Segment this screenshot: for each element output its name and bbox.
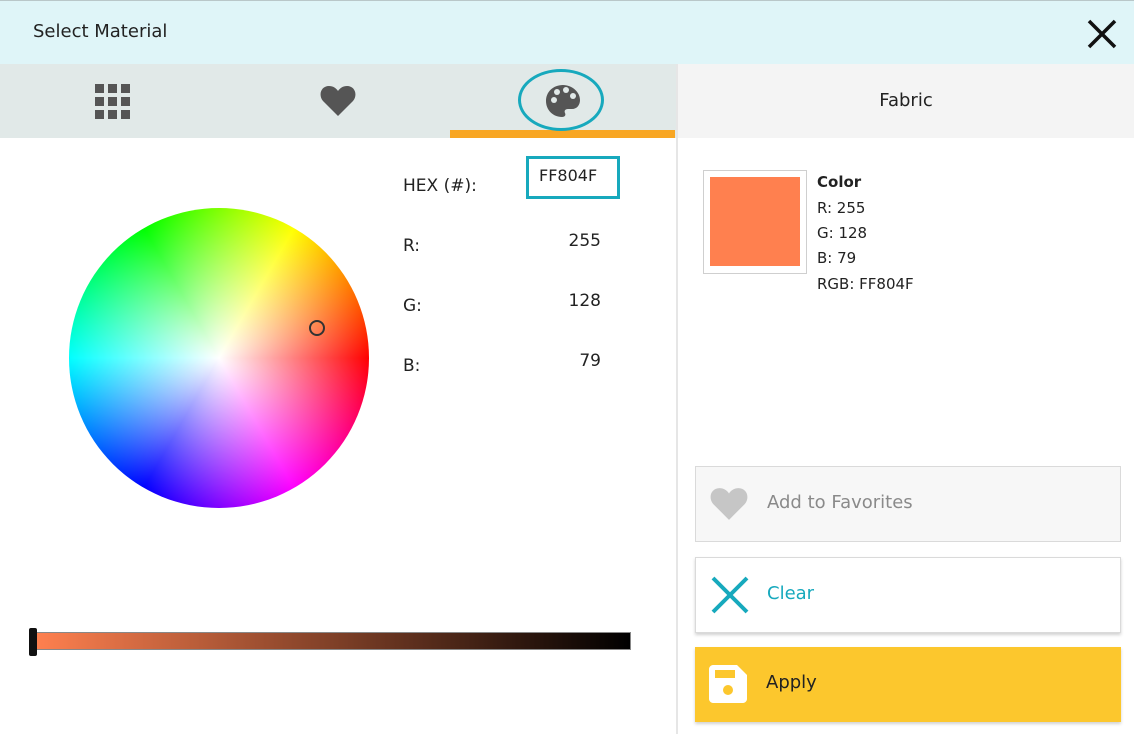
color-info-rgb: RGB: FF804F [817,275,914,293]
add-to-favorites-button[interactable]: Add to Favorites [695,466,1121,542]
r-value[interactable]: 255 [541,231,601,251]
apply-label: Apply [766,672,817,693]
apply-button[interactable]: Apply [695,647,1121,722]
clear-label: Clear [767,583,815,604]
color-wheel-cursor[interactable] [309,320,325,336]
clear-x-icon [711,576,749,614]
b-value[interactable]: 79 [541,351,601,371]
window-title: Select Material [33,21,168,42]
heart-icon [710,488,748,520]
color-wheel[interactable] [69,208,369,508]
brightness-slider-track[interactable] [34,632,631,650]
title-bar: Select Material [0,0,1134,64]
color-info-title: Color [817,173,862,191]
hex-input[interactable] [526,156,620,199]
color-info-b: B: 79 [817,249,857,267]
clear-button[interactable]: Clear [695,557,1121,633]
grid-icon [95,84,130,119]
hex-label: HEX (#): [403,176,477,196]
panel-header: Fabric [678,64,1134,138]
r-label: R: [403,236,421,256]
close-button[interactable] [1084,16,1120,52]
tab-highlight-ring [518,69,604,131]
g-value[interactable]: 128 [541,291,601,311]
add-to-favorites-label: Add to Favorites [767,492,913,513]
save-icon [709,665,747,703]
b-label: B: [403,356,421,376]
g-label: G: [403,296,422,316]
panel-header-label: Fabric [879,90,933,111]
panel-divider [676,64,678,734]
heart-icon [320,86,356,116]
close-icon [1087,19,1117,49]
tab-favorites[interactable] [225,64,450,138]
color-info-r: R: 255 [817,199,866,217]
tab-grid[interactable] [0,64,225,138]
active-tab-indicator [450,130,675,138]
brightness-slider-handle[interactable] [29,628,37,656]
color-swatch [710,177,800,266]
color-info-g: G: 128 [817,224,868,242]
